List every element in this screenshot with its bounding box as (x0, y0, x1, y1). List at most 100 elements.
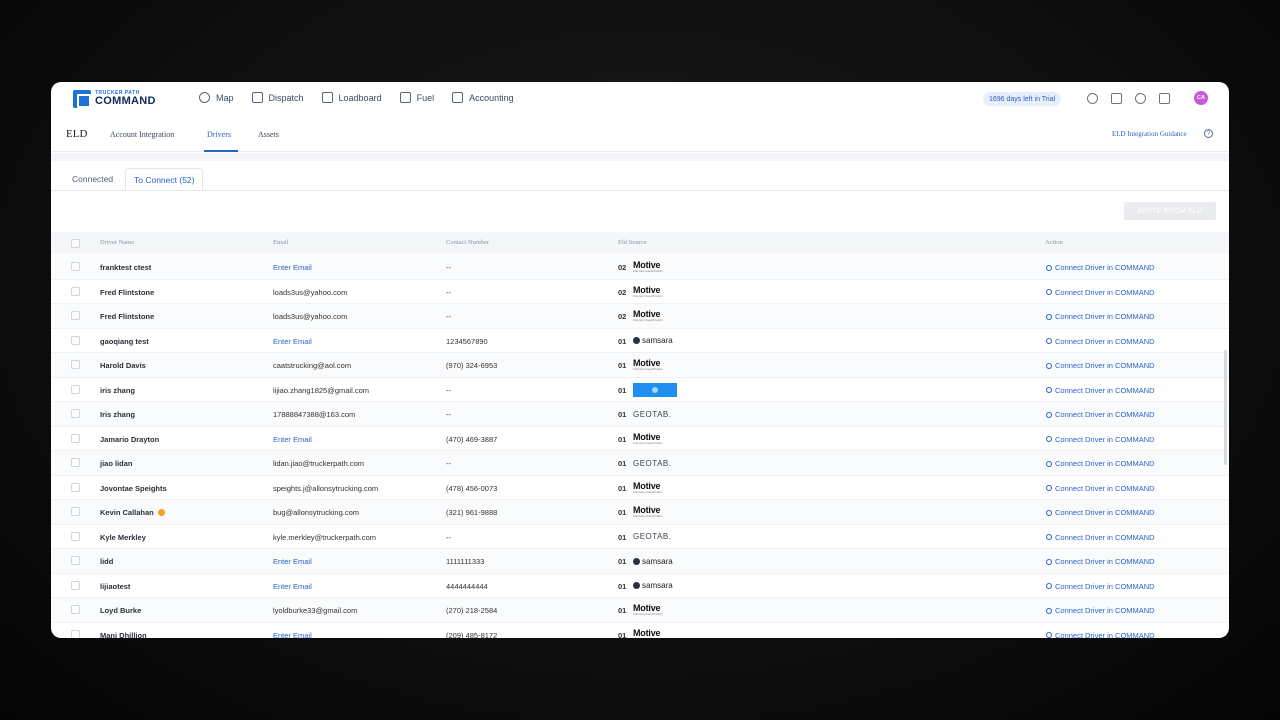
row-checkbox[interactable] (71, 286, 80, 296)
eld-source: samsara (633, 334, 673, 348)
connect-driver-link[interactable]: Connect Driver in COMMAND (1044, 361, 1155, 370)
link-icon (1044, 361, 1054, 370)
link-icon (1044, 557, 1054, 566)
row-checkbox[interactable] (71, 580, 80, 590)
connect-driver-link[interactable]: Connect Driver in COMMAND (1044, 508, 1155, 517)
message-icon[interactable] (1111, 93, 1122, 104)
row-checkbox[interactable] (71, 458, 80, 467)
driver-phone: (209) 485-8172 (446, 630, 498, 639)
tab-to-connect[interactable]: To Connect (52) (125, 168, 204, 190)
invite-from-eld-button[interactable]: INVITE FROM ELD (1124, 202, 1216, 220)
row-checkbox[interactable] (71, 335, 80, 345)
table-row: Fred Flintstone loads3us@yahoo.com -- 02 Mot… (51, 304, 1229, 329)
row-checkbox[interactable] (71, 629, 80, 638)
connect-driver-link[interactable]: Connect Driver in COMMAND (1044, 434, 1155, 444)
driver-email: bug@allonsytrucking.com (273, 508, 359, 517)
route-icon[interactable] (1087, 93, 1098, 104)
table-row: iris zhang lijiao.zhang1825@gmail.com -- 01… (51, 378, 1229, 402)
trial-badge[interactable]: 1696 days left in Trial (983, 92, 1062, 106)
table-row: jiao lidan lidan.jiao@truckerpath.com -- 01… (51, 451, 1229, 476)
driver-phone: 1234567890 (446, 336, 488, 346)
nav-dispatch[interactable]: Dispatch (251, 92, 304, 103)
connect-driver-link[interactable]: Connect Driver in COMMAND (1044, 312, 1155, 321)
apps-grid-icon[interactable] (1159, 93, 1170, 104)
tab-assets[interactable]: Assets (258, 130, 279, 139)
enter-email-link[interactable]: Enter Email (273, 337, 312, 346)
driver-phone: -- (446, 410, 451, 419)
row-checkbox[interactable] (71, 507, 80, 516)
row-checkbox[interactable] (71, 360, 80, 369)
motive-logo: MotiveFormerly KeepTruckin (633, 358, 663, 371)
table-row: lijiaotest Enter Email 4444444444 01 samsara… (51, 574, 1229, 598)
geotab-logo: GEOTAB. (633, 458, 672, 468)
nav-loadboard[interactable]: Loadboard (321, 92, 382, 103)
eld-count: 01 (618, 385, 627, 395)
connect-driver-link[interactable]: Connect Driver in COMMAND (1044, 533, 1155, 542)
samsara-logo: samsara (633, 557, 673, 566)
box-icon (321, 92, 333, 103)
eld-count: 01 (618, 361, 627, 370)
calendar-icon (251, 92, 263, 103)
select-all-checkbox[interactable] (71, 239, 80, 248)
connect-driver-link[interactable]: Connect Driver in COMMAND (1044, 483, 1155, 493)
nav-map[interactable]: Map (199, 92, 234, 103)
samsara-icon (633, 337, 640, 344)
link-icon (1044, 385, 1054, 395)
driver-phone: (970) 324-6953 (446, 361, 498, 370)
driver-email: lijiao.zhang1825@gmail.com (273, 385, 369, 395)
connect-driver-link[interactable]: Connect Driver in COMMAND (1044, 288, 1155, 297)
connect-driver-link[interactable]: Connect Driver in COMMAND (1044, 410, 1155, 419)
eld-source: GEOTAB. (633, 407, 671, 421)
link-icon (1044, 434, 1054, 444)
eld-source: MotiveFormerly KeepTruckin (633, 481, 662, 495)
enter-email-link[interactable]: Enter Email (273, 263, 312, 272)
row-checkbox[interactable] (71, 556, 80, 565)
scrollbar[interactable] (1224, 350, 1227, 465)
table-row: Harold Davis caatstrucking@aol.com (970) 3… (51, 353, 1229, 378)
connect-driver-link[interactable]: Connect Driver in COMMAND (1044, 557, 1155, 566)
row-checkbox[interactable] (71, 482, 80, 492)
enter-email-link[interactable]: Enter Email (273, 631, 312, 639)
table-row: Jamario Drayton Enter Email (470) 469-3887… (51, 427, 1229, 451)
connect-driver-link[interactable]: Connect Driver in COMMAND (1044, 459, 1155, 468)
geotab-logo: GEOTAB. (633, 532, 672, 541)
connect-driver-link[interactable]: Connect Driver in COMMAND (1044, 606, 1155, 615)
connect-driver-link[interactable]: Connect Driver in COMMAND (1044, 385, 1155, 395)
enter-email-link[interactable]: Enter Email (273, 582, 312, 591)
connect-driver-link[interactable]: Connect Driver in COMMAND (1044, 582, 1155, 591)
row-checkbox[interactable] (71, 531, 80, 541)
connect-driver-link[interactable]: Connect Driver in COMMAND (1044, 631, 1155, 638)
row-checkbox[interactable] (71, 311, 80, 320)
connect-driver-link[interactable]: Connect Driver in COMMAND (1044, 263, 1155, 272)
col-eld-source: Eld Source (618, 239, 647, 246)
help-icon[interactable]: ? (1204, 129, 1213, 138)
tab-account-integration[interactable]: Account Integration (110, 130, 174, 139)
row-checkbox[interactable] (71, 605, 80, 614)
row-checkbox[interactable] (71, 409, 80, 418)
connect-driver-link[interactable]: Connect Driver in COMMAND (1044, 337, 1155, 346)
samsara-icon (633, 582, 640, 589)
motive-logo: MotiveFormerly KeepTruckin (633, 284, 663, 298)
link-icon (1044, 483, 1054, 493)
enter-email-link[interactable]: Enter Email (273, 435, 312, 444)
link-icon (1044, 263, 1054, 272)
enter-email-link[interactable]: Enter Email (273, 557, 312, 566)
eld-count: 02 (618, 312, 627, 321)
driver-email: caatstrucking@aol.com (273, 361, 352, 370)
row-checkbox[interactable] (71, 262, 80, 271)
phone-icon[interactable] (1135, 93, 1146, 104)
eld-count: 01 (618, 336, 627, 346)
eld-guidance-link[interactable]: ELD Integration Guidance (1112, 130, 1187, 138)
tab-connected[interactable]: Connected (64, 168, 121, 190)
row-checkbox[interactable] (71, 384, 80, 394)
link-icon (1044, 459, 1054, 468)
app-window: TRUCKER PATH COMMAND Map Dispatch Loadbo… (51, 82, 1229, 638)
nav-fuel[interactable]: Fuel (399, 92, 434, 103)
nav-accounting[interactable]: Accounting (452, 92, 514, 103)
user-avatar[interactable]: CA (1194, 91, 1208, 105)
tab-drivers[interactable]: Drivers (207, 130, 231, 139)
brand-logo[interactable]: TRUCKER PATH COMMAND (73, 90, 156, 108)
page-title: ELD (66, 128, 88, 140)
row-checkbox[interactable] (71, 433, 80, 443)
table-row: Fred Flintstone loads3us@yahoo.com -- 02 Mot… (51, 280, 1229, 304)
